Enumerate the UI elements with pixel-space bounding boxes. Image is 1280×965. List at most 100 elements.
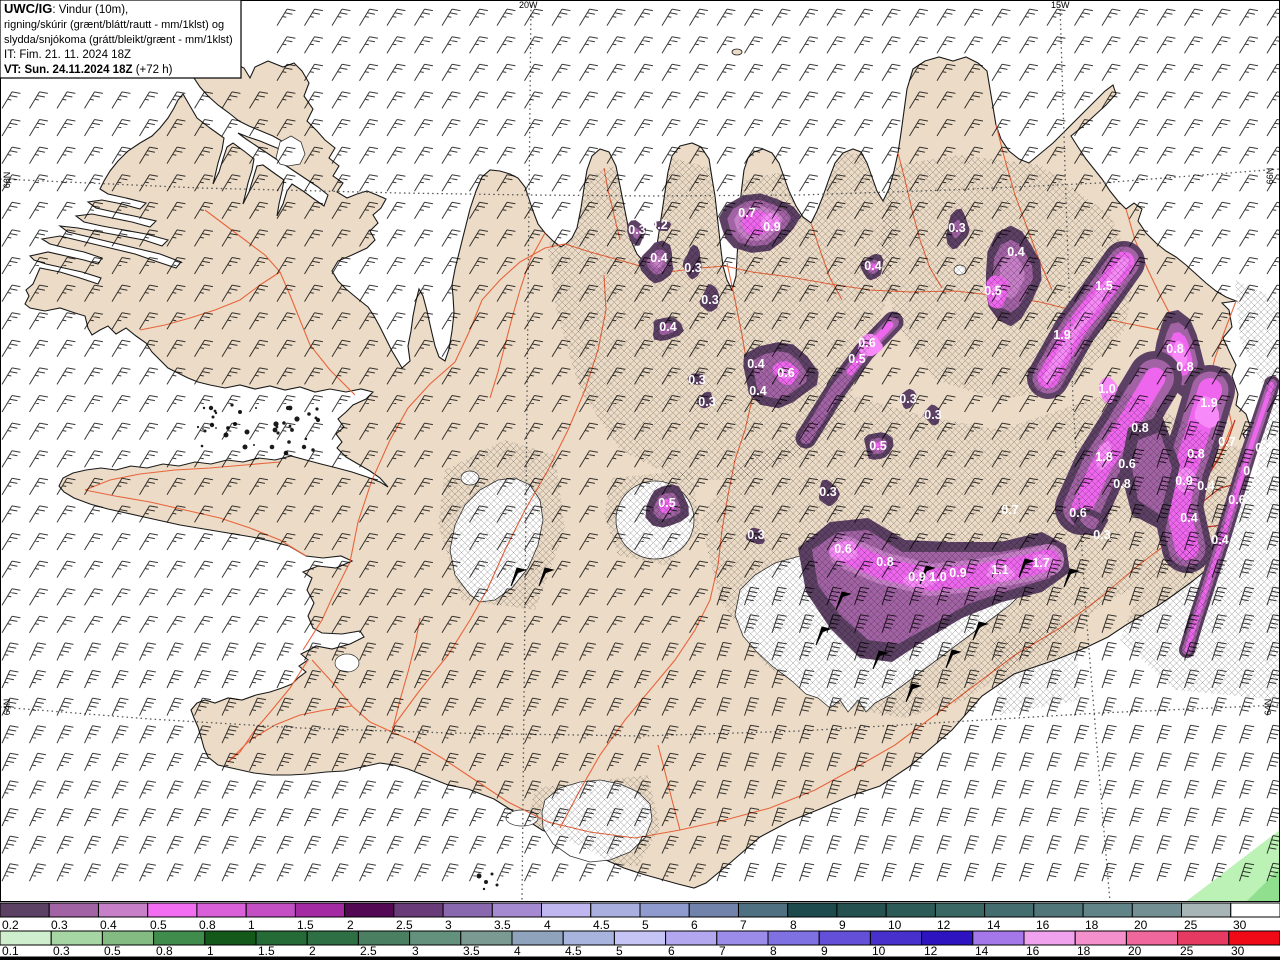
svg-text:16: 16	[1036, 918, 1050, 932]
svg-text:2: 2	[309, 944, 316, 958]
svg-text:0.6: 0.6	[777, 366, 794, 380]
svg-text:8: 8	[770, 944, 777, 958]
svg-text:0.3: 0.3	[819, 485, 836, 499]
svg-text:0.3: 0.3	[684, 261, 701, 275]
svg-text:0.6: 0.6	[1243, 464, 1260, 478]
svg-text:slydda/snjókoma (grátt/bleikt/: slydda/snjókoma (grátt/bleikt/grænt - mm…	[4, 34, 233, 46]
svg-text:0.8: 0.8	[1187, 447, 1204, 461]
svg-text:0.4: 0.4	[650, 251, 667, 265]
svg-text:20W: 20W	[519, 0, 538, 10]
svg-text:0.1: 0.1	[2, 944, 19, 958]
svg-text:1.9: 1.9	[1200, 396, 1217, 410]
svg-text:0.5: 0.5	[658, 496, 675, 510]
svg-text:0.9: 0.9	[1175, 474, 1192, 488]
svg-text:0.4: 0.4	[747, 357, 764, 371]
svg-text:12: 12	[924, 944, 938, 958]
svg-text:0.9: 0.9	[949, 566, 966, 580]
svg-text:0.6: 0.6	[1069, 506, 1086, 520]
svg-text:0.7: 0.7	[1255, 441, 1272, 455]
svg-text:5: 5	[642, 918, 649, 932]
svg-text:1.9: 1.9	[1053, 328, 1070, 342]
svg-text:7: 7	[719, 944, 726, 958]
svg-text:0.2: 0.2	[650, 218, 667, 232]
svg-text:9: 9	[821, 944, 828, 958]
svg-text:3: 3	[412, 944, 419, 958]
svg-text:16: 16	[1026, 944, 1040, 958]
svg-text:0.8: 0.8	[1166, 342, 1183, 356]
svg-text:20: 20	[1134, 918, 1148, 932]
svg-text:0.7: 0.7	[1001, 503, 1018, 517]
svg-text:5: 5	[616, 944, 623, 958]
svg-text:25: 25	[1184, 918, 1198, 932]
svg-text:3.5: 3.5	[494, 918, 511, 932]
svg-text:14: 14	[975, 944, 989, 958]
svg-text:0.6: 0.6	[858, 336, 875, 350]
svg-text:0.3: 0.3	[688, 373, 705, 387]
svg-text:0.8: 0.8	[1113, 477, 1130, 491]
svg-text:0.3: 0.3	[899, 392, 916, 406]
svg-text:2: 2	[347, 918, 354, 932]
svg-text:3: 3	[445, 918, 452, 932]
svg-text:0.6: 0.6	[1118, 457, 1135, 471]
svg-text:0.6: 0.6	[1228, 493, 1245, 507]
svg-text:0.6: 0.6	[834, 542, 851, 556]
svg-text:0.4: 0.4	[1007, 245, 1024, 259]
svg-text:0.5: 0.5	[869, 439, 886, 453]
svg-text:0.3: 0.3	[628, 223, 645, 237]
svg-text:12: 12	[937, 918, 951, 932]
svg-text:6: 6	[668, 944, 675, 958]
svg-text:0.7: 0.7	[738, 206, 755, 220]
svg-text:0.5: 0.5	[848, 352, 865, 366]
svg-text:8: 8	[790, 918, 797, 932]
svg-text:1.7: 1.7	[1032, 556, 1049, 570]
svg-text:4.5: 4.5	[565, 944, 582, 958]
svg-text:0.4: 0.4	[1211, 533, 1228, 547]
svg-text:0.3: 0.3	[698, 395, 715, 409]
svg-text:20: 20	[1128, 944, 1142, 958]
svg-text:30: 30	[1233, 918, 1247, 932]
svg-text:10: 10	[888, 918, 902, 932]
svg-text:66N: 66N	[2, 172, 12, 189]
svg-text:18: 18	[1085, 918, 1099, 932]
svg-text:18: 18	[1077, 944, 1091, 958]
svg-text:4.5: 4.5	[593, 918, 610, 932]
svg-text:2.5: 2.5	[360, 944, 377, 958]
svg-text:0.4: 0.4	[749, 384, 766, 398]
svg-text:0.5: 0.5	[150, 918, 167, 932]
svg-text:1.1: 1.1	[991, 563, 1008, 577]
svg-text:0.4: 0.4	[659, 320, 676, 334]
svg-text:0.3: 0.3	[948, 221, 965, 235]
svg-text:0.8: 0.8	[156, 944, 173, 958]
svg-text:IT: Fim. 21. 11. 2024 18Z: IT: Fim. 21. 11. 2024 18Z	[4, 49, 131, 61]
svg-text:2.5: 2.5	[396, 918, 413, 932]
svg-text:25: 25	[1180, 944, 1194, 958]
svg-text:0.3: 0.3	[1093, 528, 1110, 542]
svg-text:0.8: 0.8	[1131, 421, 1148, 435]
svg-text:14: 14	[987, 918, 1001, 932]
svg-text:1: 1	[248, 918, 255, 932]
svg-text:0.3: 0.3	[747, 528, 764, 542]
svg-text:0.4: 0.4	[1197, 479, 1214, 493]
svg-text:0.9: 0.9	[763, 220, 780, 234]
svg-text:0.8: 0.8	[199, 918, 216, 932]
svg-text:1: 1	[207, 944, 214, 958]
svg-text:0.9: 0.9	[908, 570, 925, 584]
svg-text:15W: 15W	[1051, 0, 1070, 10]
svg-text:0.5: 0.5	[104, 944, 121, 958]
svg-text:0.8: 0.8	[876, 555, 893, 569]
svg-text:10: 10	[872, 944, 886, 958]
svg-text:0.3: 0.3	[53, 944, 70, 958]
svg-text:0.2: 0.2	[2, 918, 19, 932]
svg-text:VT: Sun. 24.11.2024 18Z (+72 h: VT: Sun. 24.11.2024 18Z (+72 h)	[4, 64, 173, 76]
svg-text:1.8: 1.8	[1095, 450, 1112, 464]
svg-text:6: 6	[691, 918, 698, 932]
svg-text:7: 7	[740, 918, 747, 932]
svg-text:0.7: 0.7	[1218, 435, 1235, 449]
svg-text:9: 9	[839, 918, 846, 932]
svg-text:30: 30	[1231, 944, 1245, 958]
svg-text:1.5: 1.5	[297, 918, 314, 932]
svg-text:0.8: 0.8	[1176, 360, 1193, 374]
svg-text:rigning/skúrir (grænt/blátt/ra: rigning/skúrir (grænt/blátt/rautt - mm/1…	[4, 19, 224, 31]
svg-text:4: 4	[514, 944, 521, 958]
svg-text:0.4: 0.4	[100, 918, 117, 932]
